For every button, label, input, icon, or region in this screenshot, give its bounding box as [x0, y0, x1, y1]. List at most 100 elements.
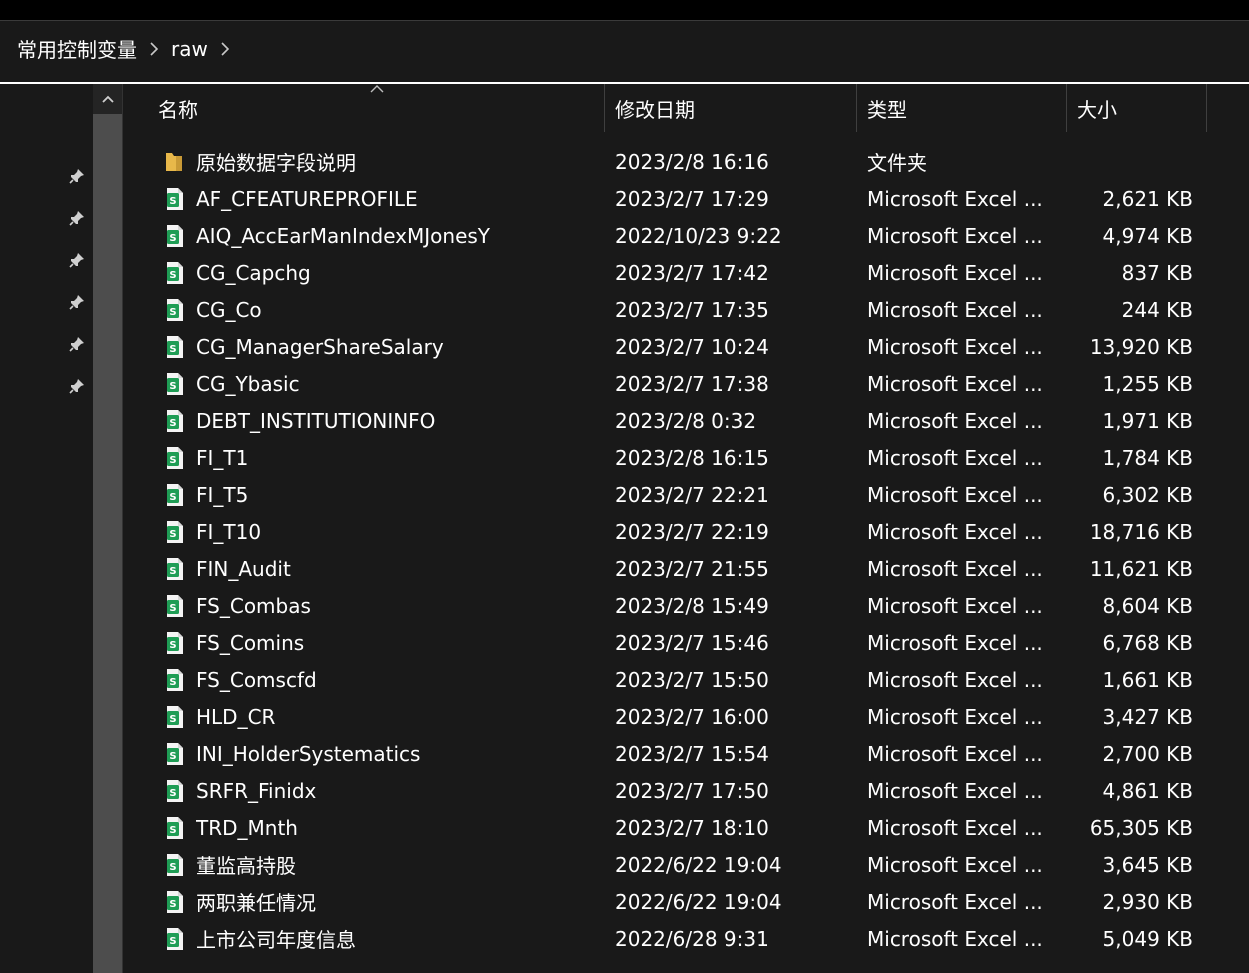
- pin-icon[interactable]: [67, 292, 87, 312]
- scroll-up-arrow-icon[interactable]: [93, 86, 122, 112]
- breadcrumb-item-0[interactable]: 常用控制变量: [17, 34, 137, 63]
- svg-text:S: S: [169, 529, 176, 540]
- excel-file-icon: S: [167, 225, 183, 247]
- excel-file-icon: S: [167, 447, 183, 469]
- file-size: 4,861 KB: [1102, 778, 1193, 803]
- file-size: 1,661 KB: [1102, 667, 1193, 692]
- file-size: 4,974 KB: [1102, 223, 1193, 248]
- file-modified-date: 2023/2/7 15:46: [615, 630, 769, 655]
- pin-icon[interactable]: [67, 166, 87, 186]
- pin-icon[interactable]: [67, 208, 87, 228]
- pin-icon[interactable]: [67, 250, 87, 270]
- svg-text:S: S: [169, 492, 176, 503]
- chevron-right-icon[interactable]: [208, 34, 242, 64]
- file-row[interactable]: S TRD_Mnth 2023/2/7 18:10 Microsoft Excel .…: [123, 809, 1249, 846]
- file-size: 1,971 KB: [1102, 408, 1193, 433]
- chevron-right-icon[interactable]: [137, 34, 171, 64]
- column-header-type[interactable]: 类型: [867, 84, 1067, 132]
- file-row[interactable]: S AF_CFEATUREPROFILE 2023/2/7 17:29 Microso…: [123, 180, 1249, 217]
- svg-text:S: S: [169, 788, 176, 799]
- file-modified-date: 2022/6/22 19:04: [615, 889, 782, 914]
- file-name: CG_Co: [196, 297, 262, 322]
- file-row[interactable]: S HLD_CR 2023/2/7 16:00 Microsoft Excel ...…: [123, 698, 1249, 735]
- file-row[interactable]: S 董监高持股 2022/6/22 19:04 Microsoft Excel ...…: [123, 846, 1249, 883]
- file-row[interactable]: S FS_Comscfd 2023/2/7 15:50 Microsoft Excel…: [123, 661, 1249, 698]
- file-modified-date: 2022/6/22 19:04: [615, 852, 782, 877]
- file-type: Microsoft Excel ...: [867, 852, 1043, 877]
- svg-text:S: S: [169, 603, 176, 614]
- pin-icon[interactable]: [67, 334, 87, 354]
- title-bar: [0, 0, 1249, 20]
- column-divider[interactable]: [604, 84, 605, 132]
- file-name: CG_Capchg: [196, 260, 311, 285]
- file-row[interactable]: S CG_ManagerShareSalary 2023/2/7 10:24 Micr…: [123, 328, 1249, 365]
- excel-file-icon: S: [167, 632, 183, 654]
- navigation-pane: [0, 84, 93, 973]
- svg-text:S: S: [169, 418, 176, 429]
- file-size: 6,302 KB: [1102, 482, 1193, 507]
- file-row[interactable]: S AIQ_AccEarManIndexMJonesY 2022/10/23 9:2…: [123, 217, 1249, 254]
- file-row[interactable]: S DEBT_INSTITUTIONINFO 2023/2/8 0:32 Micros…: [123, 402, 1249, 439]
- file-row[interactable]: S SRFR_Finidx 2023/2/7 17:50 Microsoft Exce…: [123, 772, 1249, 809]
- file-size: 2,700 KB: [1102, 741, 1193, 766]
- file-row[interactable]: S INI_HolderSystematics 2023/2/7 15:54 Micr…: [123, 735, 1249, 772]
- navigation-scrollbar[interactable]: [93, 84, 123, 973]
- file-type: Microsoft Excel ...: [867, 815, 1043, 840]
- file-size: 837 KB: [1121, 260, 1193, 285]
- file-row[interactable]: S FS_Comins 2023/2/7 15:46 Microsoft Excel …: [123, 624, 1249, 661]
- file-name: SRFR_Finidx: [196, 778, 317, 803]
- file-name: FS_Comins: [196, 630, 305, 655]
- file-size: 6,768 KB: [1102, 630, 1193, 655]
- file-name: 董监高持股: [196, 854, 296, 878]
- file-modified-date: 2023/2/7 22:21: [615, 482, 769, 507]
- file-name: FI_T1: [196, 445, 249, 470]
- file-modified-date: 2023/2/8 0:32: [615, 408, 757, 433]
- file-row[interactable]: S FIN_Audit 2023/2/7 21:55 Microsoft Excel …: [123, 550, 1249, 587]
- excel-file-icon: S: [167, 928, 183, 950]
- file-type: Microsoft Excel ...: [867, 889, 1043, 914]
- column-divider[interactable]: [1066, 84, 1067, 132]
- column-header-date[interactable]: 修改日期: [615, 84, 855, 132]
- file-size: 3,427 KB: [1102, 704, 1193, 729]
- file-row[interactable]: 原始数据字段说明 2023/2/8 16:16 文件夹: [123, 143, 1249, 180]
- pin-icon[interactable]: [67, 376, 87, 396]
- svg-text:S: S: [169, 640, 176, 651]
- file-name: FS_Comscfd: [196, 667, 317, 692]
- file-row[interactable]: S CG_Ybasic 2023/2/7 17:38 Microsoft Excel …: [123, 365, 1249, 402]
- column-divider[interactable]: [1206, 84, 1207, 132]
- column-divider[interactable]: [856, 84, 857, 132]
- file-type: Microsoft Excel ...: [867, 482, 1043, 507]
- column-header-name[interactable]: 名称: [158, 84, 598, 132]
- svg-text:S: S: [169, 455, 176, 466]
- file-row[interactable]: S 两职兼任情况 2022/6/22 19:04 Microsoft Excel ..…: [123, 883, 1249, 920]
- file-row[interactable]: S FI_T5 2023/2/7 22:21 Microsoft Excel ... 6…: [123, 476, 1249, 513]
- excel-file-icon: S: [167, 669, 183, 691]
- file-row[interactable]: S FI_T10 2023/2/7 22:19 Microsoft Excel ...…: [123, 513, 1249, 550]
- address-bar[interactable]: 常用控制变量 raw: [0, 20, 1249, 76]
- file-size: 5,049 KB: [1102, 926, 1193, 951]
- excel-file-icon: S: [167, 780, 183, 802]
- column-header-size[interactable]: 大小: [1077, 84, 1197, 132]
- svg-text:S: S: [169, 307, 176, 318]
- file-size: 13,920 KB: [1089, 334, 1193, 359]
- excel-file-icon: S: [167, 854, 183, 876]
- file-row[interactable]: S CG_Capchg 2023/2/7 17:42 Microsoft Excel …: [123, 254, 1249, 291]
- file-row[interactable]: S CG_Co 2023/2/7 17:35 Microsoft Excel ... 2…: [123, 291, 1249, 328]
- excel-file-icon: S: [167, 706, 183, 728]
- svg-text:S: S: [169, 899, 176, 910]
- breadcrumb-item-1[interactable]: raw: [171, 37, 208, 61]
- file-row[interactable]: S FI_T1 2023/2/8 16:15 Microsoft Excel ... 1…: [123, 439, 1249, 476]
- svg-text:S: S: [169, 233, 176, 244]
- scrollbar-thumb[interactable]: [93, 114, 122, 973]
- file-name: 上市公司年度信息: [196, 928, 356, 952]
- file-modified-date: 2023/2/7 17:38: [615, 371, 769, 396]
- file-modified-date: 2022/6/28 9:31: [615, 926, 769, 951]
- file-row[interactable]: S FS_Combas 2023/2/8 15:49 Microsoft Excel …: [123, 587, 1249, 624]
- file-type: Microsoft Excel ...: [867, 667, 1043, 692]
- file-name: FS_Combas: [196, 593, 311, 618]
- file-type: Microsoft Excel ...: [867, 371, 1043, 396]
- file-row[interactable]: S 上市公司年度信息 2022/6/28 9:31 Microsoft Excel .…: [123, 920, 1249, 957]
- file-size: 8,604 KB: [1102, 593, 1193, 618]
- excel-file-icon: S: [167, 262, 183, 284]
- file-modified-date: 2023/2/7 16:00: [615, 704, 769, 729]
